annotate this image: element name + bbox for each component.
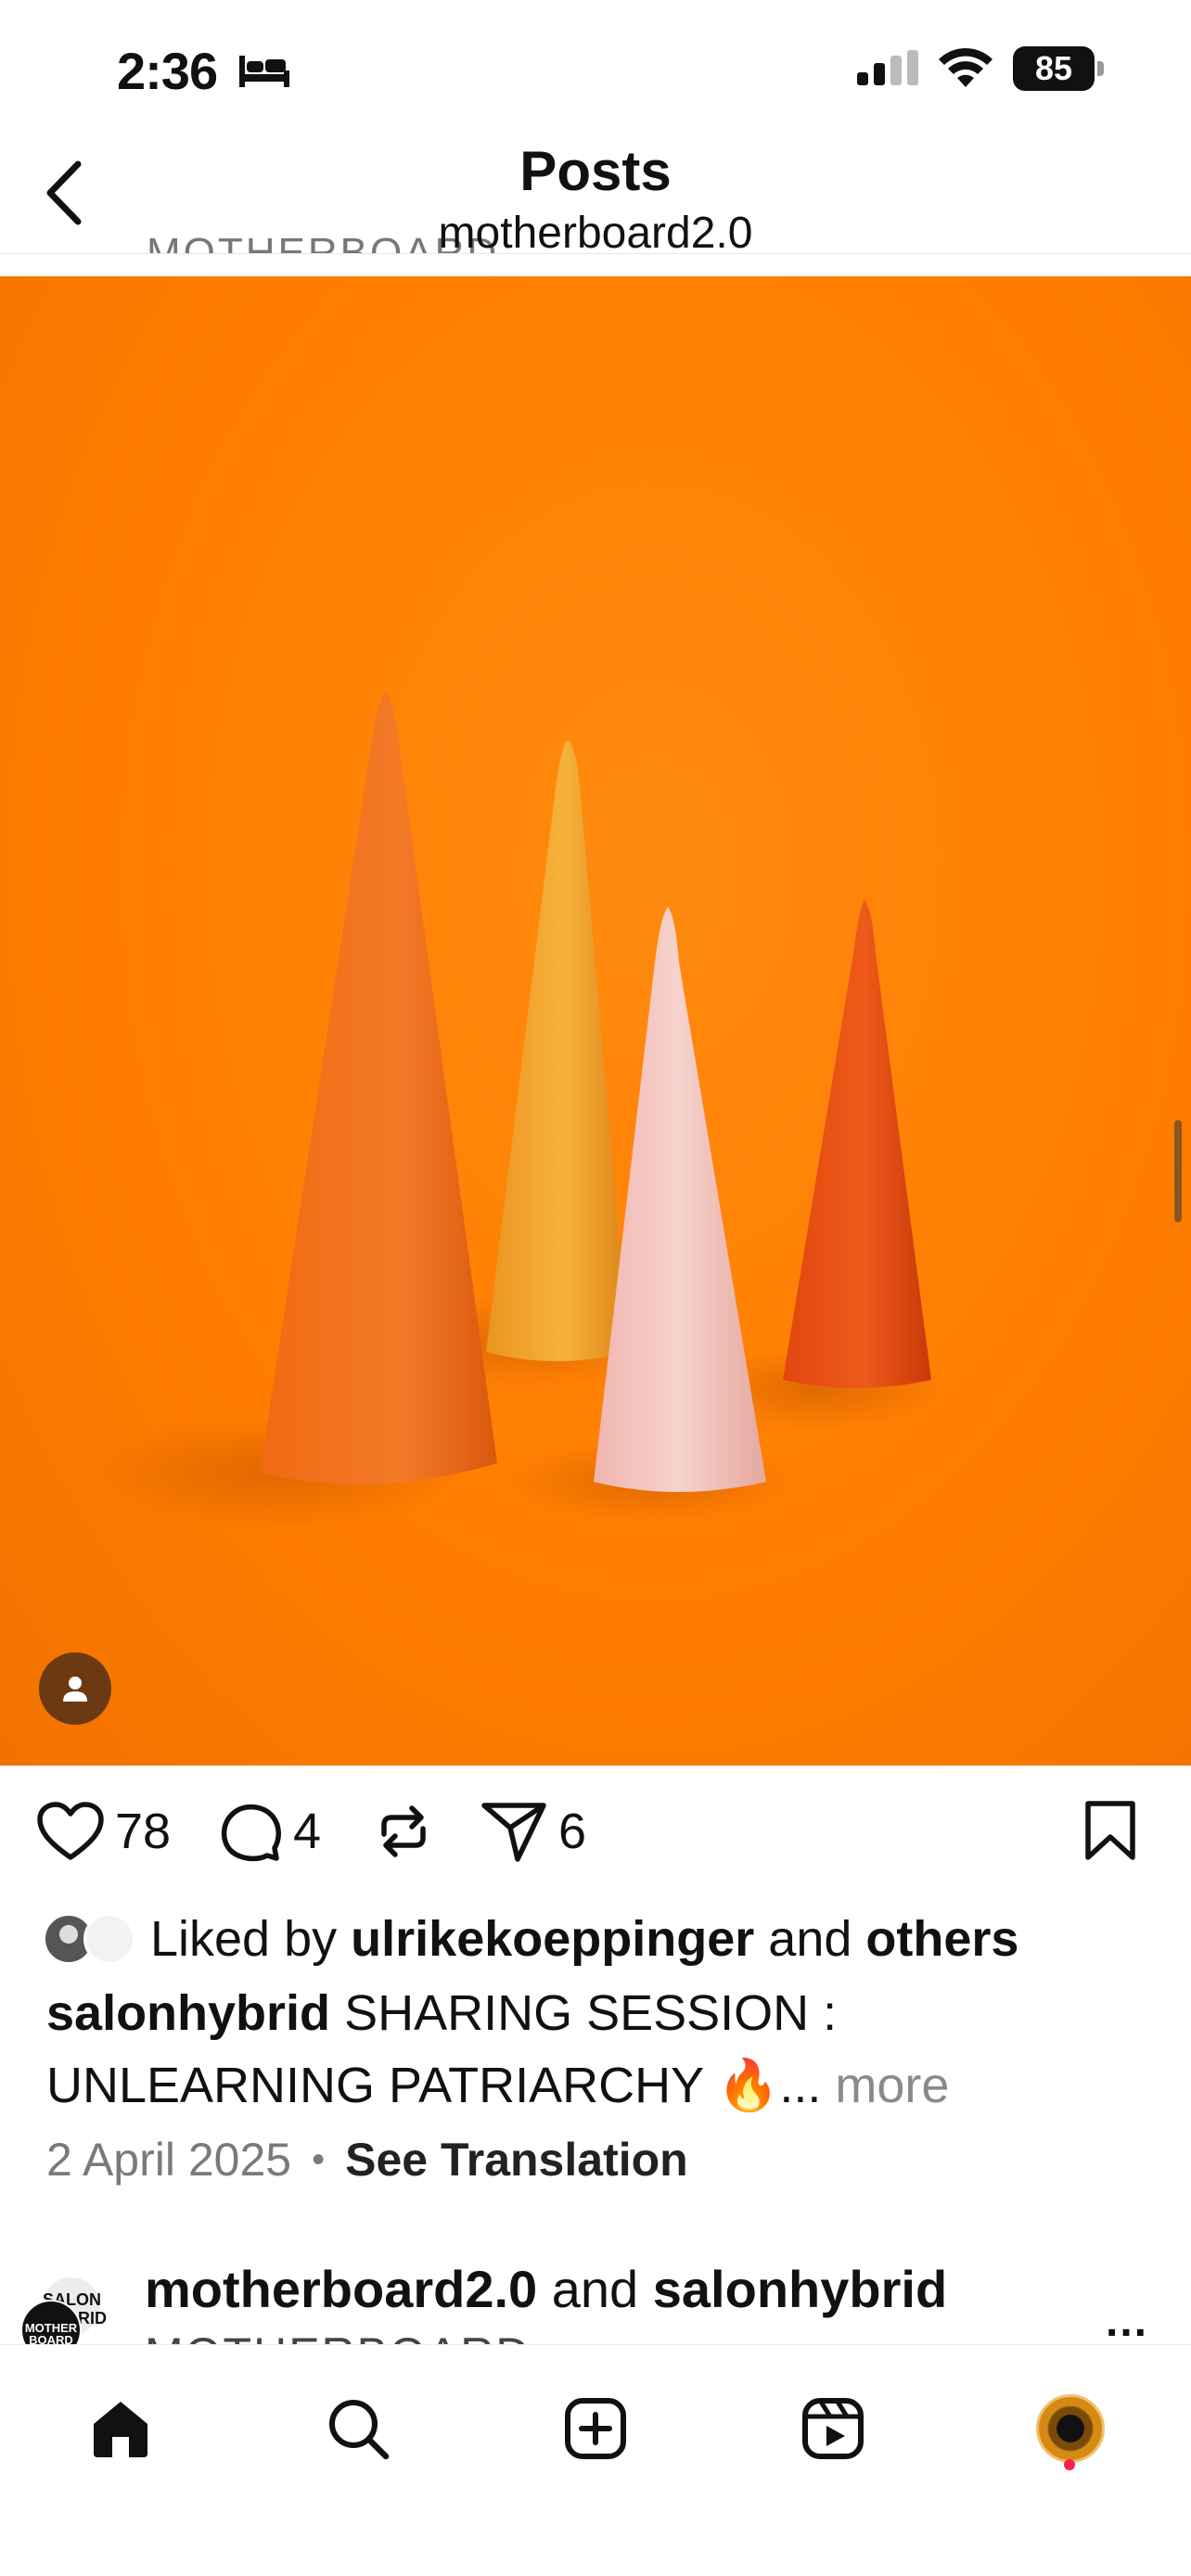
wifi-icon xyxy=(939,47,992,87)
nav-reels[interactable] xyxy=(787,2382,879,2475)
likes-count: 78 xyxy=(115,1804,172,1859)
battery-icon: 85 xyxy=(1013,46,1106,91)
post-date: 2 April 2025 xyxy=(46,2134,292,2186)
bed-icon xyxy=(239,56,289,87)
next-post-authors[interactable]: motherboard2.0 and salonhybrid xyxy=(145,2259,947,2319)
reels-icon xyxy=(802,2398,864,2459)
search-icon xyxy=(329,2400,390,2460)
more-link[interactable]: more xyxy=(835,2058,949,2113)
share-button[interactable]: 6 xyxy=(480,1790,586,1873)
more-options-button[interactable]: ... xyxy=(1106,2296,1148,2346)
next-author-1[interactable]: motherboard2.0 xyxy=(145,2260,537,2318)
bookmark-icon xyxy=(1085,1801,1135,1860)
send-icon xyxy=(481,1803,546,1862)
liked-by-user[interactable]: ulrikekoeppinger xyxy=(351,1910,754,1968)
nav-create[interactable] xyxy=(549,2382,642,2475)
separator-dot: • xyxy=(312,2138,326,2180)
post-actions: 78 4 6 xyxy=(0,1790,1191,1873)
status-bar: 2:36 85 xyxy=(0,0,1191,139)
page-title: Posts xyxy=(519,140,672,202)
post-caption[interactable]: salonhybrid SHARING SESSION : UNLEARNING… xyxy=(46,1977,1150,2122)
signal-icon xyxy=(857,50,918,85)
post-meta: 2 April 2025 • See Translation xyxy=(46,2133,688,2187)
repost-button[interactable] xyxy=(371,1790,436,1873)
page-subtitle[interactable]: motherboard2.0 xyxy=(0,208,1191,253)
heart-icon xyxy=(37,1802,104,1860)
liked-by-others[interactable]: others xyxy=(865,1910,1018,1968)
next-post-subtitle: MOTHERBOARD xyxy=(145,2327,531,2346)
comments-count: 4 xyxy=(293,1804,322,1859)
save-button[interactable] xyxy=(1083,1790,1137,1873)
profile-avatar xyxy=(1036,2394,1105,2463)
nav-home[interactable] xyxy=(74,2382,167,2475)
cones-artwork xyxy=(93,692,946,1528)
caption-username[interactable]: salonhybrid xyxy=(46,1985,330,2041)
tagged-users-button[interactable] xyxy=(39,1652,111,1725)
comment-icon xyxy=(221,1804,281,1862)
liker-avatars xyxy=(43,1911,143,1967)
bottom-nav xyxy=(0,2344,1191,2576)
header: MOTHERBOARD Posts motherboard2.0 xyxy=(0,139,1191,254)
create-icon xyxy=(565,2398,626,2459)
next-post-header: SALON HYBRID MOTHER BOARD motherboard2.0… xyxy=(0,2244,1191,2346)
avatar xyxy=(83,1913,135,1965)
home-icon xyxy=(94,2402,147,2457)
notification-dot xyxy=(1064,2459,1075,2470)
nav-search[interactable] xyxy=(312,2382,404,2475)
next-author-and: and xyxy=(551,2260,639,2318)
liked-by-prefix: Liked by xyxy=(150,1911,338,1967)
scroll-indicator[interactable] xyxy=(1174,1120,1182,1222)
liked-by-and: and xyxy=(768,1911,852,1967)
comment-button[interactable]: 4 xyxy=(219,1790,321,1873)
next-post-avatars[interactable]: SALON HYBRID MOTHER BOARD xyxy=(20,2276,107,2346)
see-translation-link[interactable]: See Translation xyxy=(345,2133,688,2187)
like-button[interactable]: 78 xyxy=(37,1790,171,1873)
post-image[interactable] xyxy=(0,276,1191,1766)
battery-level: 85 xyxy=(1034,49,1073,87)
status-time: 2:36 xyxy=(117,42,218,100)
user-tag-icon xyxy=(63,1677,87,1702)
next-author-2[interactable]: salonhybrid xyxy=(653,2260,947,2318)
liked-by-row[interactable]: Liked by ulrikekoeppinger and others xyxy=(43,1906,1018,1971)
shares-count: 6 xyxy=(558,1804,587,1859)
repost-icon xyxy=(381,1805,426,1857)
